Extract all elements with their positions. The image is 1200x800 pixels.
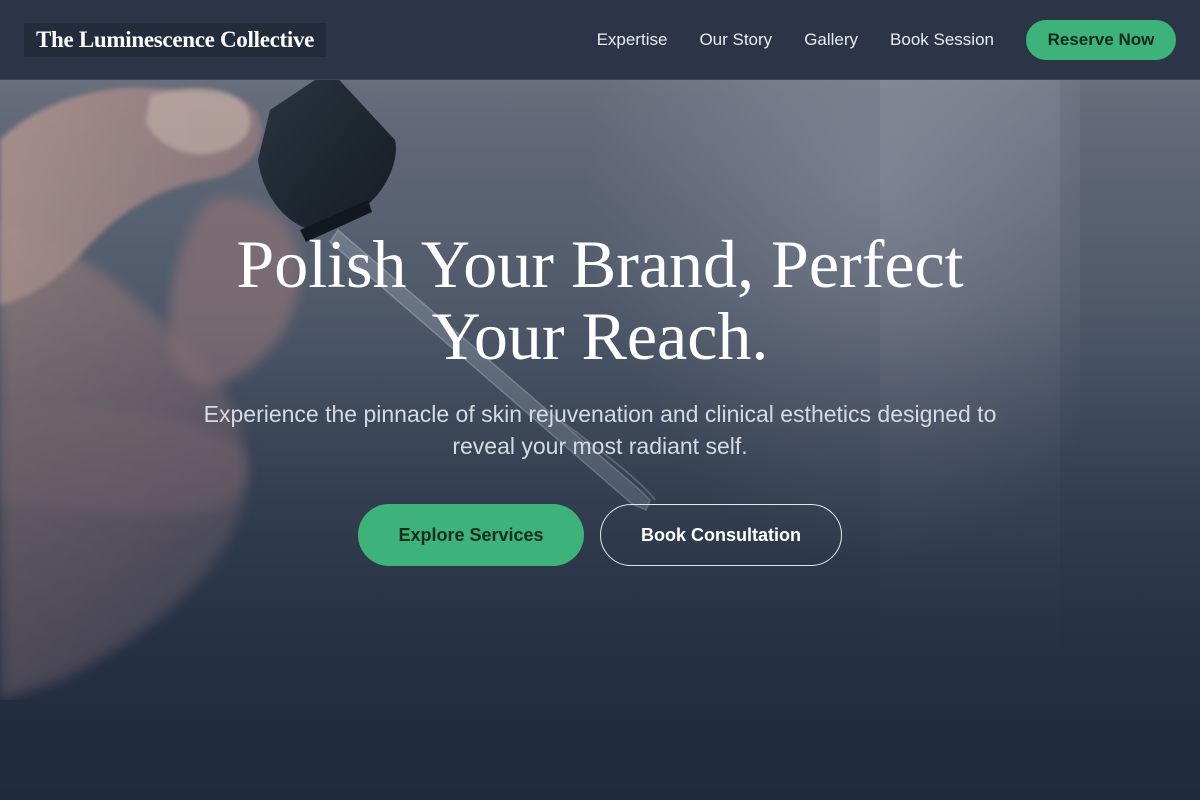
- nav-link-our-story[interactable]: Our Story: [699, 30, 772, 50]
- hero-headline: Polish Your Brand, Perfect Your Reach.: [236, 226, 964, 374]
- hero-cta-row: Explore Services Book Consultation: [0, 504, 1200, 566]
- top-navbar: The Luminescence Collective Expertise Ou…: [0, 0, 1200, 80]
- book-consultation-button[interactable]: Book Consultation: [600, 504, 842, 566]
- nav-link-gallery[interactable]: Gallery: [804, 30, 858, 50]
- nav-link-book-session[interactable]: Book Session: [890, 30, 994, 50]
- hero-content: Polish Your Brand, Perfect Your Reach. E…: [0, 228, 1200, 566]
- hero-subhead: Experience the pinnacle of skin rejuvena…: [203, 401, 997, 459]
- brand-logo[interactable]: The Luminescence Collective: [24, 22, 327, 57]
- nav-link-expertise[interactable]: Expertise: [597, 30, 668, 50]
- nav-menu: Expertise Our Story Gallery Book Session…: [597, 19, 1176, 60]
- reserve-now-button[interactable]: Reserve Now: [1026, 19, 1176, 60]
- explore-services-button[interactable]: Explore Services: [358, 504, 584, 566]
